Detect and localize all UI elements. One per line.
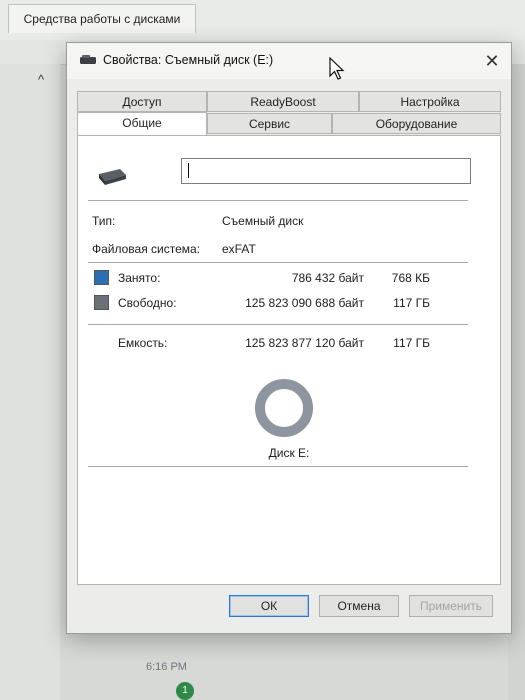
capacity-short: 117 ГБ — [393, 336, 430, 350]
mouse-cursor-icon — [329, 57, 345, 80]
tab-row-front: Общие Сервис Оборудование — [77, 112, 501, 135]
explorer-nav-pane — [0, 64, 60, 700]
drive-icon — [99, 169, 126, 185]
apply-button[interactable]: Применить — [409, 595, 493, 617]
used-short: 768 КБ — [391, 271, 430, 285]
volume-name-input[interactable] — [181, 158, 471, 184]
filesystem-value: exFAT — [222, 242, 256, 256]
collapse-chevron-icon[interactable]: ^ — [38, 72, 44, 87]
capacity-label: Емкость: — [118, 336, 168, 350]
disk-label: Диск E: — [268, 446, 310, 460]
tab-row-back: Доступ ReadyBoost Настройка — [77, 91, 501, 113]
used-label: Занято: — [118, 271, 161, 285]
removable-drive-icon — [80, 55, 96, 64]
ok-button[interactable]: ОК — [229, 595, 309, 617]
disk-usage-donut — [255, 379, 313, 437]
tab-sharing[interactable]: Доступ — [77, 91, 207, 112]
tab-tools[interactable]: Сервис — [207, 113, 332, 134]
donut-free-segment — [255, 379, 313, 437]
dialog-title: Свойства: Съемный диск (E:) — [103, 53, 274, 67]
separator — [88, 466, 468, 467]
explorer-ribbon: Средства работы с дисками — [0, 0, 525, 41]
tab-general[interactable]: Общие — [77, 112, 207, 135]
properties-dialog: Свойства: Съемный диск (E:) ✕ Доступ Rea… — [66, 42, 512, 634]
dialog-titlebar[interactable]: Свойства: Съемный диск (E:) ✕ — [67, 43, 511, 80]
free-label: Свободно: — [118, 296, 177, 310]
free-bytes: 125 823 090 688 байт — [245, 296, 364, 310]
separator — [88, 262, 468, 263]
tab-customize[interactable]: Настройка — [359, 91, 501, 112]
general-tab-panel: Тип: Съемный диск Файловая система: exFA… — [77, 135, 501, 585]
close-button[interactable]: ✕ — [481, 50, 503, 72]
tab-readyboost[interactable]: ReadyBoost — [207, 91, 359, 112]
filesystem-label: Файловая система: — [92, 242, 201, 256]
free-short: 117 ГБ — [393, 296, 430, 310]
cancel-button[interactable]: Отмена — [319, 595, 399, 617]
used-space-swatch — [94, 270, 109, 285]
type-value: Съемный диск — [222, 214, 304, 228]
tab-hardware[interactable]: Оборудование — [332, 113, 501, 134]
notification-badge[interactable]: 1 — [176, 682, 194, 700]
separator — [88, 324, 468, 325]
type-label: Тип: — [92, 214, 116, 228]
free-space-swatch — [94, 295, 109, 310]
separator — [88, 200, 468, 201]
used-bytes: 786 432 байт — [291, 271, 364, 285]
taskbar-time: 6:16 PM — [146, 661, 187, 673]
capacity-bytes: 125 823 877 120 байт — [245, 336, 364, 350]
ribbon-tab-disk-tools[interactable]: Средства работы с дисками — [8, 4, 196, 33]
text-caret — [188, 163, 189, 178]
